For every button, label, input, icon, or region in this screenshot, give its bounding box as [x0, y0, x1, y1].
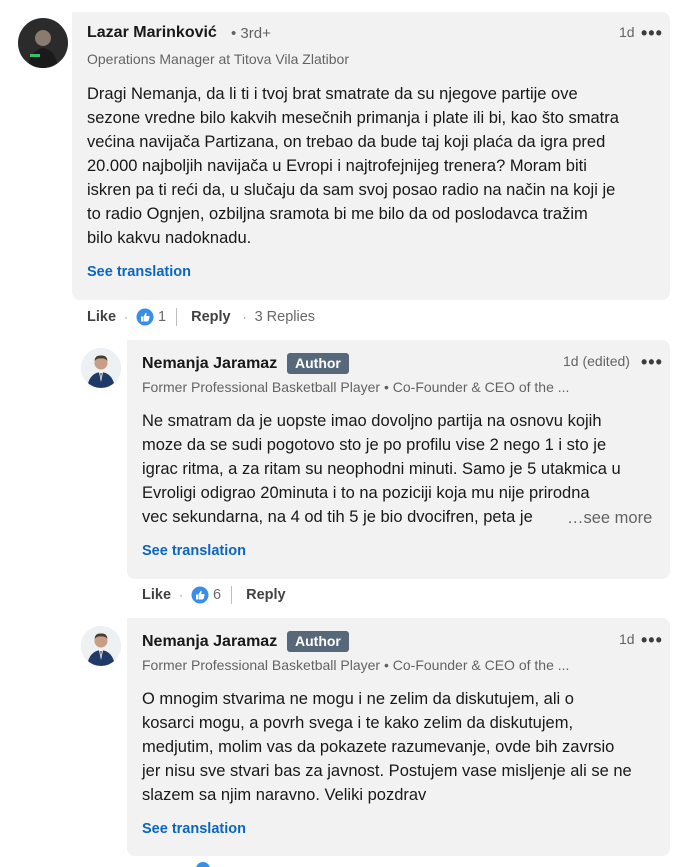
author-headline: Former Professional Basketball Player • …	[142, 657, 570, 673]
reply-author-name[interactable]: Nemanja Jaramaz	[142, 633, 277, 651]
reply-timestamp: 1d	[619, 631, 635, 647]
reply-timestamp: 1d (edited)	[563, 353, 630, 369]
reply-actions: Like · 6 Reply	[142, 584, 286, 606]
comment-text: Dragi Nemanja, da li ti i tvoj brat smat…	[87, 85, 619, 247]
author-headline: Operations Manager at Titova Vila Zlatib…	[87, 51, 349, 67]
reply-button[interactable]: Reply	[191, 309, 231, 325]
reply-text: Ne smatram da je uopste imao dovoljno pa…	[142, 412, 621, 526]
reply-author-name[interactable]: Nemanja Jaramaz	[142, 355, 277, 373]
like-count[interactable]: 1	[158, 309, 166, 325]
three-dots-icon[interactable]: •••	[641, 353, 663, 371]
separator-dot: ·	[179, 588, 184, 602]
connection-degree: • 3rd+	[231, 25, 271, 42]
like-button[interactable]: Like	[87, 309, 116, 325]
partial-like-icon	[196, 862, 210, 867]
divider	[176, 308, 178, 326]
author-badge: Author	[287, 353, 349, 374]
reply-text: O mnogim stvarima ne mogu i ne zelim da …	[142, 690, 632, 804]
thumbs-up-reaction-icon[interactable]	[191, 586, 209, 604]
see-translation-link[interactable]: See translation	[87, 264, 191, 280]
see-more-link[interactable]: …see more	[567, 509, 652, 528]
avatar[interactable]	[81, 626, 121, 666]
like-count[interactable]: 6	[213, 587, 221, 603]
replies-count-link[interactable]: 3 Replies	[255, 309, 315, 325]
separator-dot: ·	[242, 310, 247, 324]
see-translation-link[interactable]: See translation	[142, 821, 246, 837]
reply-button[interactable]: Reply	[246, 587, 286, 603]
author-badge: Author	[287, 631, 349, 652]
like-button[interactable]: Like	[142, 587, 171, 603]
see-translation-link[interactable]: See translation	[142, 543, 246, 559]
comment-timestamp: 1d	[619, 24, 635, 40]
separator-dot: ·	[124, 310, 129, 324]
author-headline: Former Professional Basketball Player • …	[142, 379, 570, 395]
thumbs-up-reaction-icon	[196, 862, 210, 867]
comment-actions: Like · 1 Reply · 3 Replies	[87, 306, 315, 328]
three-dots-icon[interactable]: •••	[641, 631, 663, 649]
comment-author-name[interactable]: Lazar Marinković	[87, 24, 217, 42]
avatar[interactable]	[81, 348, 121, 388]
divider	[231, 586, 233, 604]
avatar[interactable]	[18, 18, 68, 68]
thumbs-up-reaction-icon[interactable]	[136, 308, 154, 326]
three-dots-icon[interactable]: •••	[641, 24, 663, 42]
